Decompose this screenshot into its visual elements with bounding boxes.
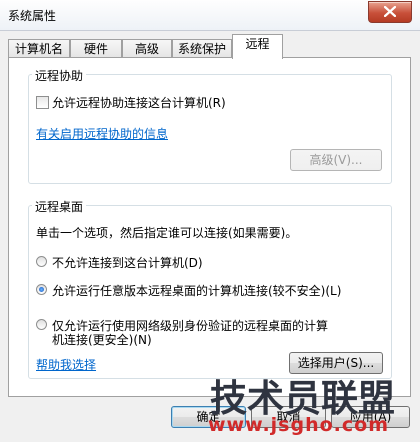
radio-nla-only[interactable] <box>36 319 47 330</box>
remote-desktop-group-label: 远程桌面 <box>32 198 87 215</box>
radio-no-connections[interactable] <box>36 256 47 267</box>
radio-selected-dot <box>39 287 44 292</box>
remote-assistance-group-label: 远程协助 <box>32 67 87 84</box>
radio-allow-any-version[interactable] <box>36 284 47 295</box>
tab-computer-name[interactable]: 计算机名 <box>8 39 70 58</box>
advanced-remote-button[interactable]: 高级(V)... <box>290 149 382 171</box>
remote-assistance-info-link[interactable]: 有关启用远程协助的信息 <box>36 125 168 142</box>
close-button[interactable] <box>368 1 412 23</box>
tab-hardware[interactable]: 硬件 <box>70 39 122 58</box>
window-title: 系统属性 <box>8 9 57 23</box>
remote-tab-panel: 远程协助 允许远程协助连接这台计算机(R) 有关启用远程协助的信息 高级(V).… <box>8 57 411 397</box>
tab-remote[interactable]: 远程 <box>232 34 283 59</box>
remote-desktop-instruction: 单击一个选项，然后指定谁可以连接(如果需要)。 <box>36 226 298 240</box>
radio-allow-any-version-label: 允许运行任意版本远程桌面的计算机连接(较不安全)(L) <box>52 284 342 298</box>
title-bar: 系统属性 <box>0 0 420 31</box>
allow-remote-assistance-label: 允许远程协助连接这台计算机(R) <box>52 96 226 110</box>
tab-strip: 计算机名 硬件 高级 系统保护 远程 <box>8 34 412 59</box>
tab-system-protection[interactable]: 系统保护 <box>172 39 232 58</box>
site-watermark: 技术员联盟 www.jsgho.com <box>192 368 420 442</box>
allow-remote-assistance-checkbox[interactable] <box>36 96 49 109</box>
watermark-url: www.jsgho.com <box>208 414 389 436</box>
tab-advanced[interactable]: 高级 <box>122 39 172 58</box>
help-me-choose-link[interactable]: 帮助我选择 <box>36 356 96 373</box>
close-icon <box>384 6 396 17</box>
radio-no-connections-label: 不允许连接到这台计算机(D) <box>52 256 203 270</box>
radio-nla-only-label-line2: 机连接(更安全)(N) <box>52 333 152 347</box>
